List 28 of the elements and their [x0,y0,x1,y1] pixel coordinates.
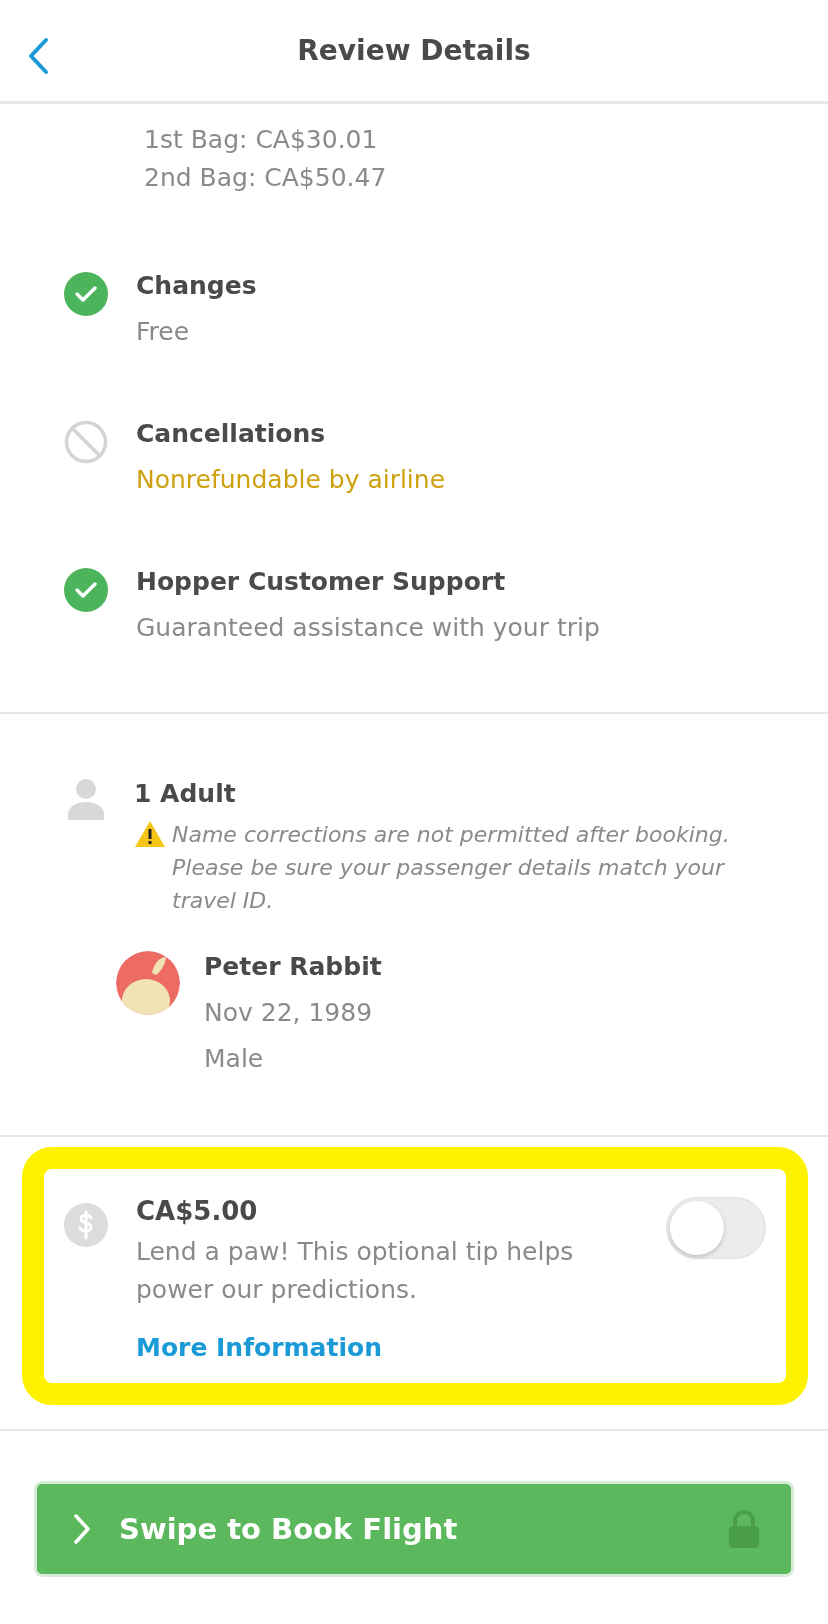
policy-title: Cancellations [136,418,327,450]
back-icon [27,37,49,75]
bag-fee: 1st Bag: CA$30.01 [144,124,379,156]
warning-icon [134,820,166,848]
checkmark-icon [64,272,108,316]
policy-detail: Free [136,316,191,348]
page-title: Review Details [297,34,531,67]
traveler-name: Peter Rabbit [204,951,382,983]
avatar [116,951,180,1015]
policy-detail: Guaranteed assistance with your trip [136,612,600,644]
tip-amount: CA$5.00 [136,1195,259,1228]
lock-icon [727,1509,761,1549]
traveler-birthdate: Nov 22, 1989 [204,997,374,1029]
warning-text: Name corrections are not permitted after booking. Please be sure your passenger details match your travel ID. [172,821,731,915]
prohibited-icon [64,420,108,464]
more-information-link[interactable]: More Information [136,1331,382,1365]
traveler-gender: Male [204,1043,265,1075]
person-icon [66,778,106,820]
tip-description: Lend a paw! This optional tip helps power our predictions. [136,1236,575,1306]
policy-title: Hopper Customer Support [136,566,507,598]
policy-detail: Nonrefundable by airline [136,464,446,496]
policy-title: Changes [136,270,257,302]
passenger-count: 1 Adult [134,778,237,810]
book-flight-button[interactable]: Swipe to Book Flight [34,1481,794,1577]
dollar-icon [64,1203,108,1247]
chevron-right-icon [73,1513,91,1545]
checkmark-icon [64,568,108,612]
bag-fee: 2nd Bag: CA$50.47 [144,162,388,194]
